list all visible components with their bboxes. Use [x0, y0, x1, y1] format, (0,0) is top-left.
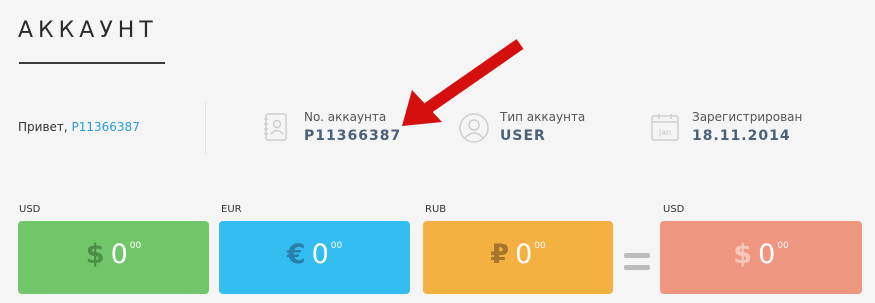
usd-label: USD — [19, 204, 41, 215]
equals-icon-bottom — [624, 265, 650, 270]
equals-icon-top — [624, 253, 650, 258]
title-underline — [19, 62, 165, 64]
account-link[interactable]: P11366387 — [72, 120, 140, 134]
annotation-arrow — [402, 39, 524, 126]
greeting-prefix: Привет, — [18, 120, 72, 134]
calendar-icon: Jan — [650, 112, 680, 142]
balance-card-rub[interactable]: ₽0 00 — [423, 221, 613, 294]
balance-card-total[interactable]: $0 00 — [660, 221, 862, 294]
total-usd-label: USD — [663, 204, 685, 215]
balance-card-eur[interactable]: €0 00 — [219, 221, 410, 294]
account-number-value: P11366387 — [304, 128, 402, 144]
registered-label: Зарегистрирован — [692, 110, 803, 124]
vertical-divider — [205, 102, 206, 154]
balance-card-usd[interactable]: $0 00 — [18, 221, 209, 294]
address-book-icon — [262, 112, 292, 142]
registered-value: 18.11.2014 — [692, 128, 791, 144]
balance-amount: 0 — [311, 239, 329, 270]
euro-icon: € — [286, 239, 306, 270]
calendar-icon-text: Jan — [658, 128, 671, 137]
account-number-label: No. аккаунта — [304, 110, 387, 124]
account-type-value: USER — [500, 128, 546, 144]
balance-amount: 0 — [515, 239, 533, 270]
balance-cents: 00 — [129, 241, 142, 251]
page-title: АККАУНТ — [18, 18, 158, 43]
balance-amount: 0 — [110, 239, 128, 270]
eur-label: EUR — [221, 204, 242, 215]
greeting: Привет, P11366387 — [18, 120, 140, 134]
rub-label: RUB — [425, 204, 447, 215]
ruble-icon: ₽ — [490, 239, 510, 270]
total-amount: 0 — [758, 239, 776, 270]
dollar-icon: $ — [85, 239, 105, 270]
balance-cents: 00 — [534, 241, 546, 251]
dollar-icon: $ — [733, 239, 753, 270]
balance-cents: 00 — [330, 241, 343, 251]
total-cents: 00 — [777, 241, 789, 251]
